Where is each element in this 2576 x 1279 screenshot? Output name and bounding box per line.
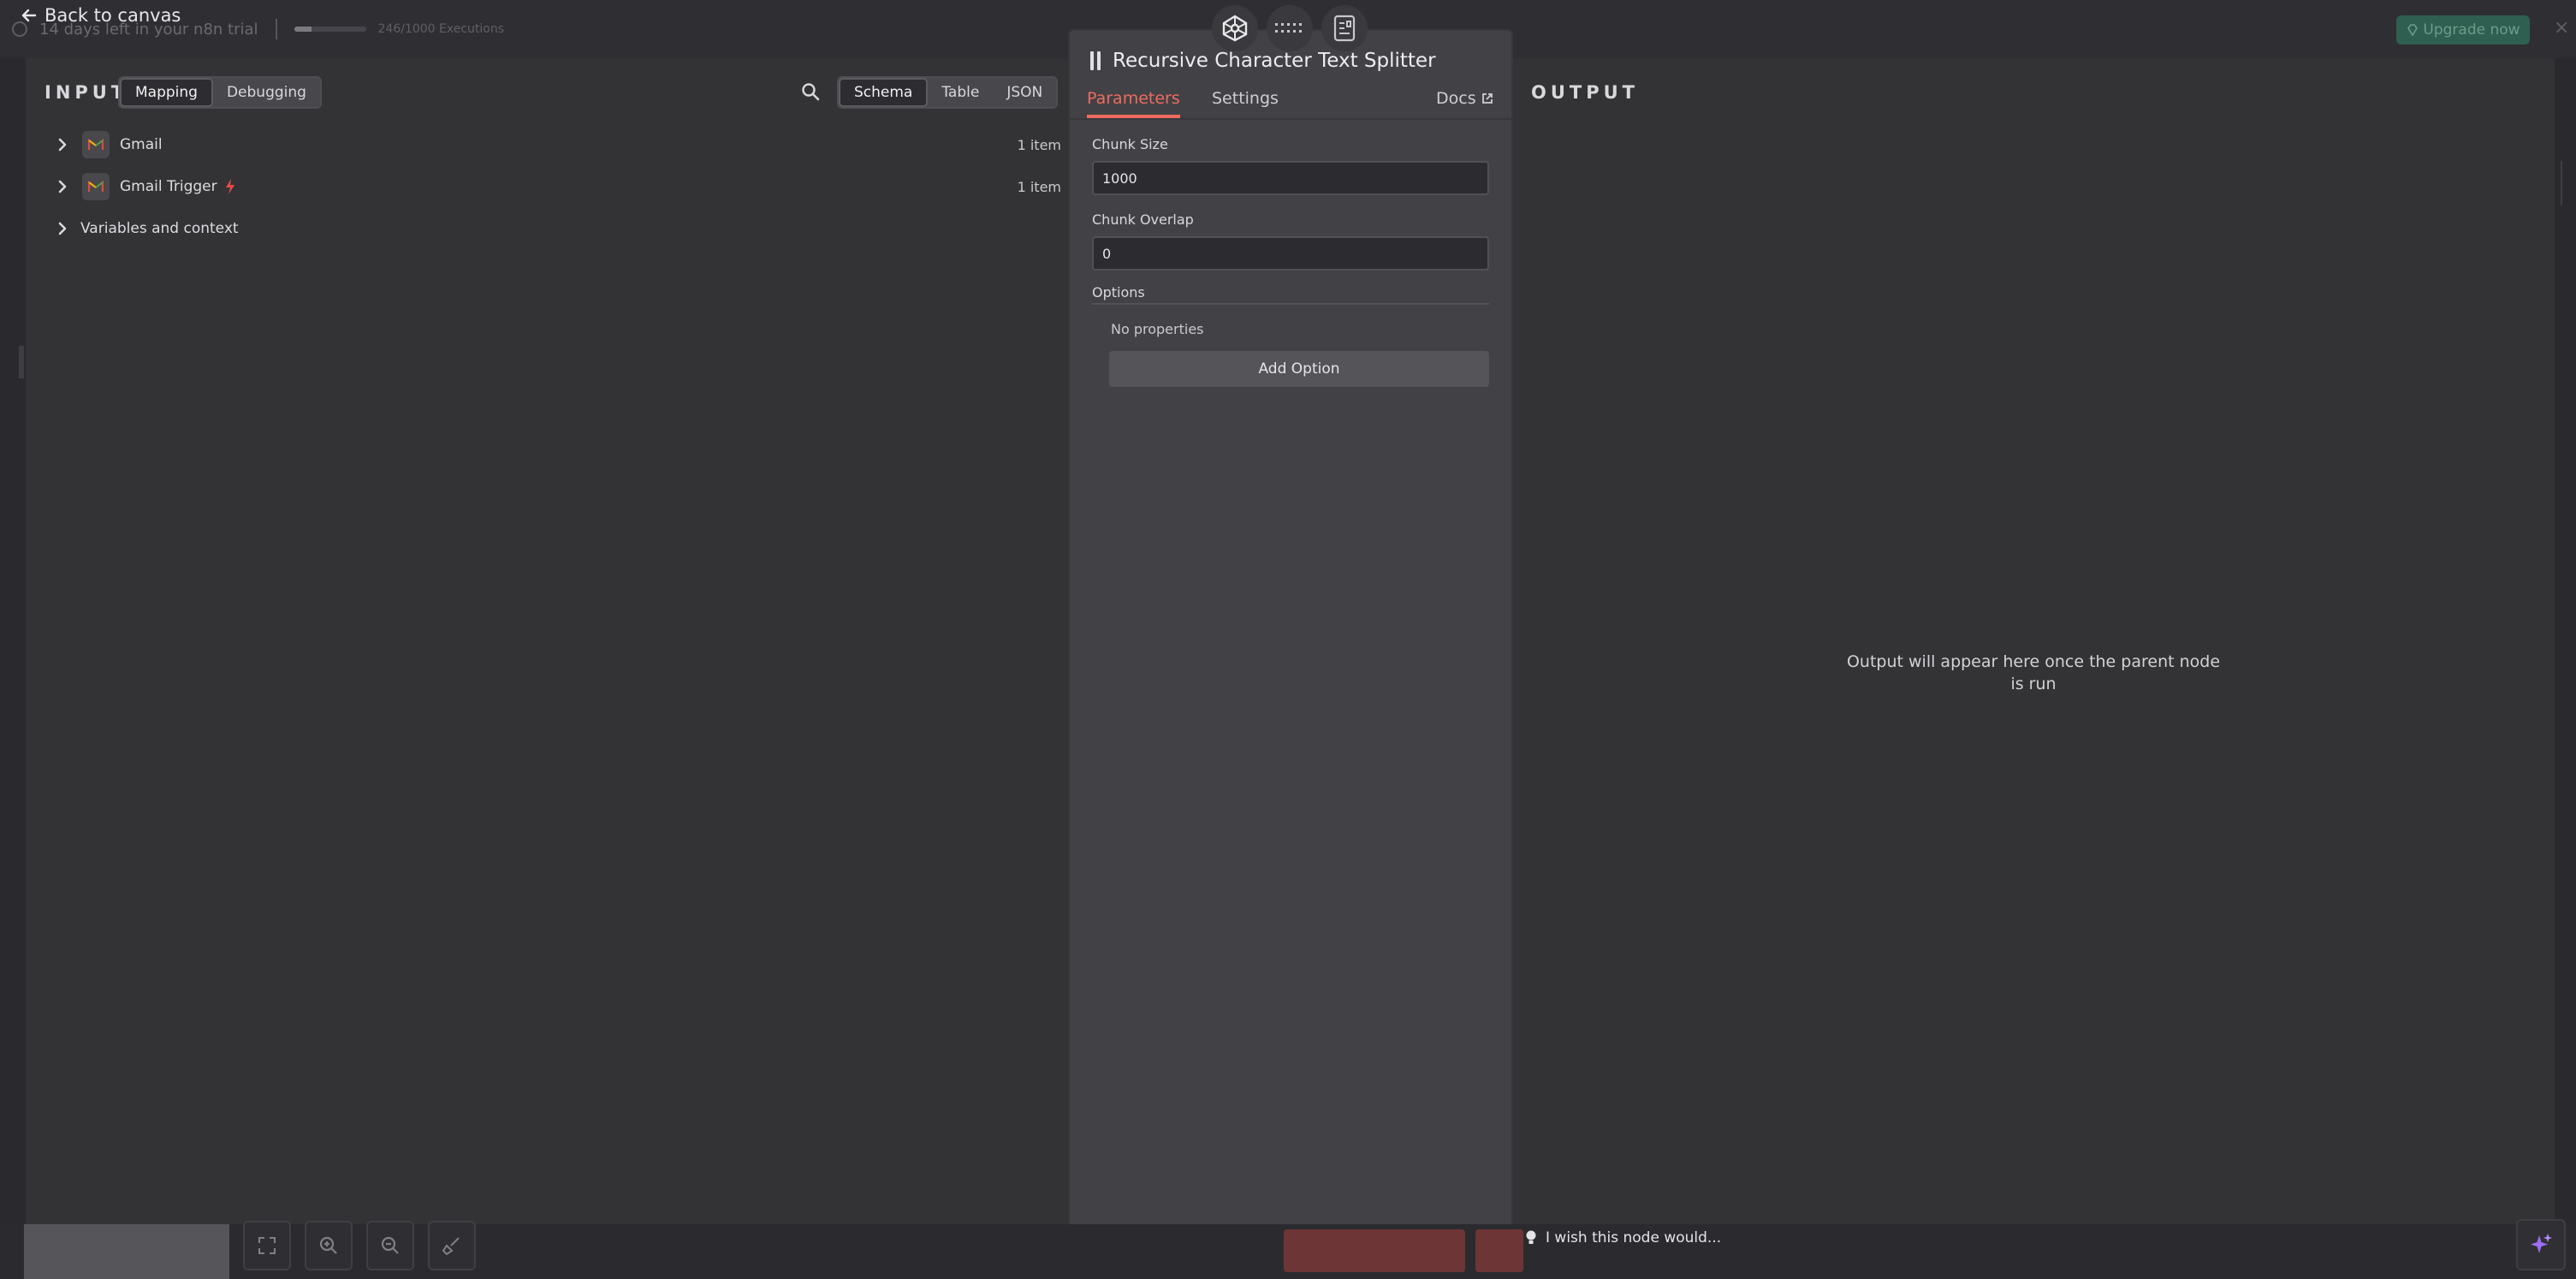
document-icon-button[interactable]: [1321, 5, 1368, 51]
input-heading: INPUT: [45, 82, 128, 103]
lightbulb-icon: [1526, 1230, 1536, 1244]
broom-icon: [442, 1237, 460, 1256]
chevron-right-icon[interactable]: [53, 219, 72, 238]
close-icon[interactable]: ×: [2554, 17, 2569, 39]
text-splitter-icon-button[interactable]: [1267, 5, 1313, 51]
add-option-button[interactable]: Add Option: [1109, 351, 1489, 387]
input-node-row-gmail-trigger[interactable]: Gmail Trigger 1 item: [26, 170, 1061, 204]
back-to-canvas-label: Back to canvas: [45, 5, 181, 26]
docs-label: Docs: [1436, 89, 1476, 108]
docs-link[interactable]: Docs: [1436, 89, 1493, 108]
item-count: 1 item: [1017, 178, 1061, 195]
diamond-icon: [2407, 24, 2419, 37]
chunk-overlap-input[interactable]: [1092, 236, 1489, 271]
input-node-row-gmail[interactable]: Gmail 1 item: [26, 128, 1061, 162]
search-icon[interactable]: [801, 82, 820, 101]
zoom-out-button[interactable]: [366, 1221, 414, 1270]
item-count: 1 item: [1017, 136, 1061, 153]
variables-and-context-row[interactable]: Variables and context: [26, 211, 1061, 246]
execute-workflow-button[interactable]: [1284, 1229, 1465, 1272]
background-edge: [2561, 161, 2562, 205]
divider: [275, 19, 277, 39]
zoom-in-icon: [319, 1236, 337, 1254]
tidy-up-button[interactable]: [428, 1221, 476, 1270]
node-type-icons: [1212, 5, 1368, 51]
chevron-right-icon[interactable]: [53, 135, 72, 154]
canvas-minimap[interactable]: [24, 1224, 229, 1279]
chunk-size-label: Chunk Size: [1092, 136, 1168, 152]
node-feedback[interactable]: I wish this node would...: [1525, 1229, 1721, 1246]
options-divider: [1092, 303, 1489, 305]
gmail-icon: [82, 173, 110, 200]
fullscreen-icon: [258, 1237, 276, 1254]
feedback-text: I wish this node would...: [1546, 1229, 1722, 1246]
node-name: Gmail: [120, 136, 163, 153]
executions-progress-bar: [294, 27, 366, 32]
chunk-overlap-label: Chunk Overlap: [1092, 211, 1194, 228]
node-title-row: Recursive Character Text Splitter: [1090, 50, 1436, 72]
zoom-in-button[interactable]: [305, 1221, 353, 1270]
external-link-icon: [1481, 93, 1493, 104]
chevron-right-icon[interactable]: [53, 177, 72, 196]
output-heading: OUTPUT: [1531, 82, 1639, 103]
no-properties-text: No properties: [1111, 321, 1204, 337]
node-icon-button[interactable]: [1212, 5, 1258, 51]
gmail-icon: [82, 131, 110, 158]
input-view-toggle: Schema Table JSON: [837, 76, 1059, 109]
zoom-out-icon: [381, 1236, 399, 1254]
table-tab[interactable]: Table: [928, 78, 994, 107]
input-mode-toggle: Mapping Debugging: [118, 76, 322, 109]
back-to-canvas-link[interactable]: Back to canvas: [21, 5, 181, 26]
upgrade-button[interactable]: Upgrade now: [2396, 15, 2530, 45]
options-label: Options: [1092, 284, 1145, 300]
schema-tab[interactable]: Schema: [839, 78, 929, 107]
tab-parameters[interactable]: Parameters: [1087, 89, 1180, 118]
node-title[interactable]: Recursive Character Text Splitter: [1113, 50, 1436, 72]
node-name: Gmail Trigger: [120, 178, 217, 195]
ask-ai-button[interactable]: [2516, 1219, 2566, 1270]
mapping-tab[interactable]: Mapping: [120, 78, 213, 107]
lightning-icon: [225, 179, 234, 194]
document-icon: [1333, 15, 1356, 42]
debugging-tab[interactable]: Debugging: [212, 78, 320, 107]
json-tab[interactable]: JSON: [993, 78, 1057, 107]
executions-progress-fill: [294, 27, 312, 32]
delete-button[interactable]: [1475, 1229, 1523, 1272]
chunk-size-input[interactable]: [1092, 161, 1489, 195]
fit-view-button[interactable]: [243, 1221, 291, 1270]
variables-label: Variables and context: [80, 220, 239, 237]
sparkle-icon: [2531, 1234, 2552, 1253]
dots-grid-icon: [1275, 23, 1302, 33]
executions-text: 246/1000 Executions: [377, 22, 505, 36]
output-empty-message: Output will appear here once the parent …: [1846, 652, 2221, 693]
tab-settings[interactable]: Settings: [1212, 89, 1279, 115]
background-edge: [19, 346, 24, 378]
arrow-left-icon: [21, 9, 37, 22]
upgrade-label: Upgrade now: [2423, 21, 2520, 39]
drag-handle-icon[interactable]: [1090, 51, 1101, 70]
ai-node-icon: [1222, 15, 1248, 42]
